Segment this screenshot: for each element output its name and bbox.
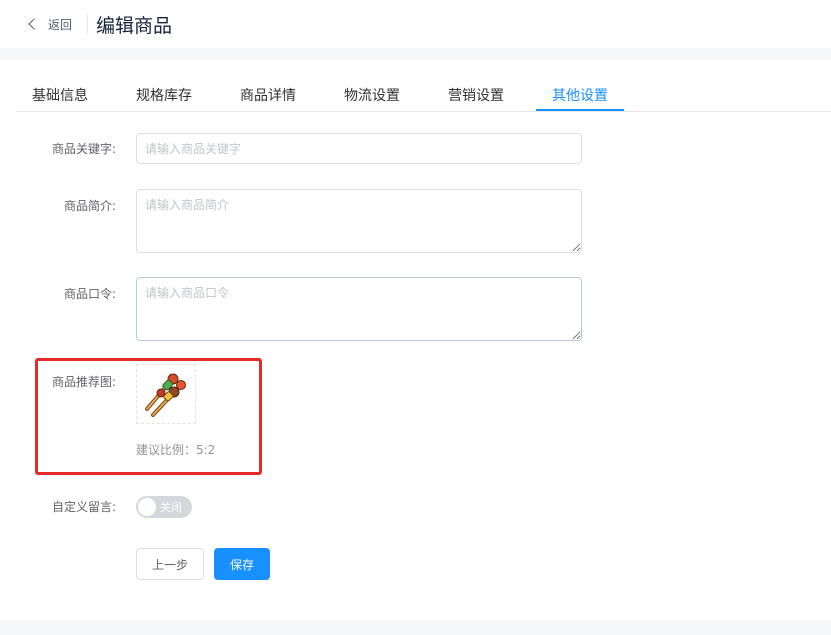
custom-message-label: 自定义留言: bbox=[52, 500, 117, 514]
tab-spec-stock[interactable]: 规格库存 bbox=[136, 85, 192, 105]
password-textarea[interactable] bbox=[136, 277, 582, 341]
recommend-image-upload[interactable] bbox=[136, 364, 196, 424]
recommend-image-hint: 建议比例：5:2 bbox=[136, 443, 216, 457]
skewer-icon bbox=[145, 373, 186, 417]
recommend-image-label: 商品推荐图: bbox=[52, 375, 117, 389]
save-button[interactable]: 保存 bbox=[214, 548, 270, 580]
chevron-left-icon bbox=[28, 18, 40, 30]
keyword-label: 商品关键字: bbox=[52, 142, 117, 156]
main-card: 基础信息 规格库存 商品详情 物流设置 营销设置 其他设置 商品关键字: 商品简… bbox=[0, 60, 831, 620]
tab-basic-info[interactable]: 基础信息 bbox=[32, 85, 88, 105]
tab-logistics[interactable]: 物流设置 bbox=[344, 85, 400, 105]
tab-other-settings[interactable]: 其他设置 bbox=[552, 85, 608, 105]
intro-textarea[interactable] bbox=[136, 189, 582, 253]
custom-message-switch[interactable]: 关闭 bbox=[136, 496, 192, 518]
header-divider bbox=[87, 14, 88, 34]
switch-text: 关闭 bbox=[160, 501, 182, 514]
password-label: 商品口令: bbox=[64, 287, 117, 301]
page-title: 编辑商品 bbox=[96, 15, 173, 37]
keyword-input[interactable] bbox=[136, 133, 582, 164]
tab-bar: 基础信息 规格库存 商品详情 物流设置 营销设置 其他设置 bbox=[16, 60, 831, 112]
switch-knob bbox=[138, 498, 156, 516]
page-header: 返回 编辑商品 bbox=[0, 0, 831, 48]
back-label: 返回 bbox=[48, 17, 73, 32]
back-button[interactable]: 返回 bbox=[28, 15, 73, 33]
intro-label: 商品简介: bbox=[64, 199, 117, 213]
tab-product-detail[interactable]: 商品详情 bbox=[240, 85, 296, 105]
tab-marketing[interactable]: 营销设置 bbox=[448, 85, 504, 105]
prev-step-button[interactable]: 上一步 bbox=[136, 548, 204, 580]
active-tab-indicator bbox=[536, 109, 624, 111]
